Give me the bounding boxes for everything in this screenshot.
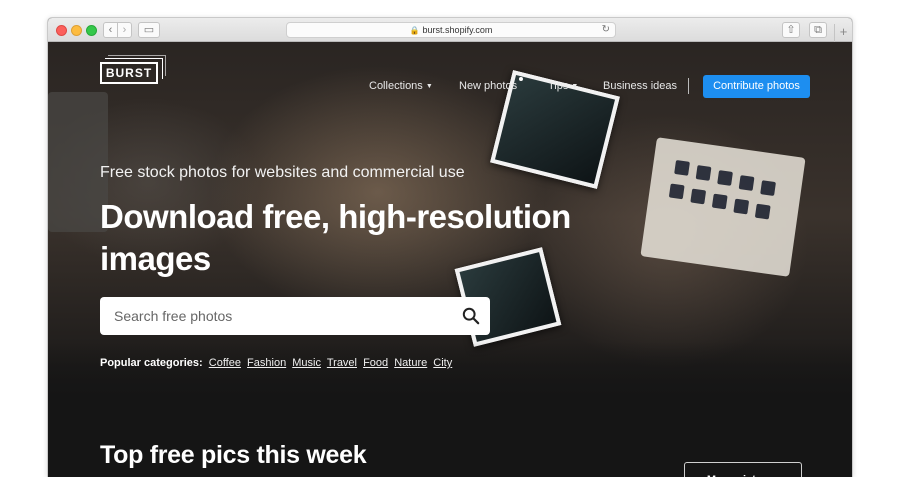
chevron-left-icon: ‹ <box>108 24 113 36</box>
minimize-window-button[interactable] <box>71 25 82 36</box>
nav-tips-label: Tips <box>548 80 569 92</box>
page-content: BURST Collections ▼ New photos Tips ▼ Busi… <box>48 42 852 477</box>
nav-new-photos-label: New photos <box>459 80 518 92</box>
share-icon: ⇧ <box>786 24 796 36</box>
category-link-food[interactable]: Food <box>363 357 388 369</box>
search-box[interactable] <box>100 297 490 335</box>
category-link-nature[interactable]: Nature <box>394 357 427 369</box>
popular-categories-label: Popular categories: <box>100 357 203 369</box>
nav-tips[interactable]: Tips ▼ <box>548 80 578 92</box>
category-link-city[interactable]: City <box>433 357 452 369</box>
nav-collections-label: Collections <box>369 80 423 92</box>
browser-titlebar: ‹ › ▭ 🔒 burst.shopify.com ↻ ⇧ ⧉ + <box>48 18 852 42</box>
nav-collections[interactable]: Collections ▼ <box>369 80 433 92</box>
caret-down-icon: ▼ <box>425 83 433 90</box>
caret-down-icon: ▼ <box>571 83 579 90</box>
back-button[interactable]: ‹ <box>103 22 118 38</box>
share-button[interactable]: ⇧ <box>782 22 800 38</box>
nav-business-ideas[interactable]: Business ideas <box>603 80 677 92</box>
category-link-travel[interactable]: Travel <box>327 357 357 369</box>
forward-button[interactable]: › <box>117 22 132 38</box>
section-title: Top free pics this week <box>100 441 367 469</box>
address-bar[interactable]: 🔒 burst.shopify.com ↻ <box>286 22 616 38</box>
category-link-fashion[interactable]: Fashion <box>247 357 286 369</box>
contribute-photos-button[interactable]: Contribute photos <box>703 75 810 98</box>
plus-icon: + <box>839 24 848 39</box>
burst-logo[interactable]: BURST <box>100 55 166 84</box>
tabs-icon: ⧉ <box>814 24 822 36</box>
hero-headline: Download free, high-resolution images <box>100 198 571 277</box>
category-link-coffee[interactable]: Coffee <box>209 357 241 369</box>
hero-background-palette <box>640 137 806 277</box>
nav-new-photos[interactable]: New photos <box>459 77 524 92</box>
zoom-window-button[interactable] <box>86 25 97 36</box>
search-icon[interactable] <box>462 307 480 325</box>
nav-divider <box>688 78 689 94</box>
lock-icon: 🔒 <box>409 26 420 35</box>
category-link-music[interactable]: Music <box>292 357 321 369</box>
sidebar-toggle-button[interactable]: ▭ <box>138 22 160 38</box>
browser-window: ‹ › ▭ 🔒 burst.shopify.com ↻ ⇧ ⧉ + BURST C… <box>47 17 853 477</box>
address-text: burst.shopify.com <box>422 25 493 35</box>
chevron-right-icon: › <box>122 24 127 36</box>
sidebar-icon: ▭ <box>143 24 155 36</box>
tab-overview-button[interactable]: ⧉ <box>809 22 827 38</box>
reload-icon[interactable]: ↻ <box>602 23 610 37</box>
hero-background-camera <box>48 92 108 232</box>
close-window-button[interactable] <box>56 25 67 36</box>
new-tab-button[interactable]: + <box>834 24 852 42</box>
hero-tagline: Free stock photos for websites and comme… <box>100 164 465 181</box>
search-input[interactable] <box>114 306 444 326</box>
popular-categories: Popular categories: Coffee Fashion Music… <box>100 357 455 369</box>
